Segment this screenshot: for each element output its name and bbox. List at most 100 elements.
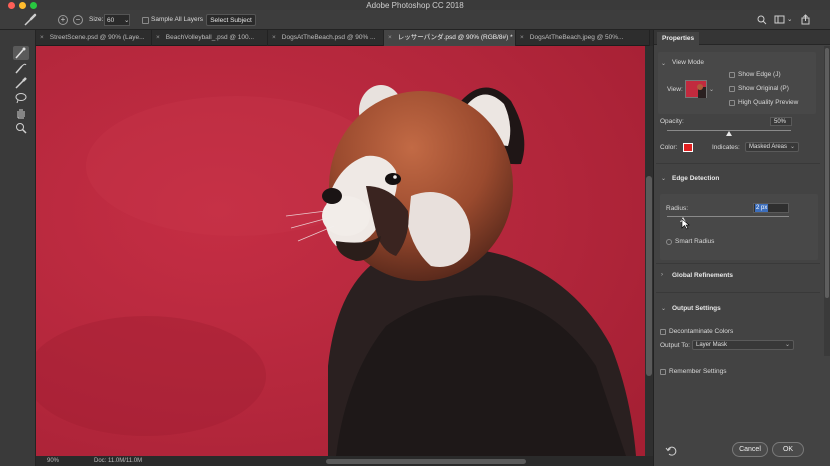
add-to-selection-button[interactable]: + (58, 15, 68, 25)
quick-selection-icon (15, 47, 26, 59)
view-mode-heading: View Mode (672, 59, 705, 66)
close-tab-icon[interactable]: × (40, 34, 44, 41)
subtract-from-selection-button[interactable]: − (73, 15, 83, 25)
output-to-select[interactable]: Layer Mask ⌄ (692, 340, 794, 350)
edge-detection-collapse-icon[interactable]: ⌄ (661, 175, 666, 182)
show-original-label: Show Original (P) (738, 85, 789, 92)
close-tab-icon[interactable]: × (520, 34, 524, 41)
tab-dogsatthebeach-psd[interactable]: × DogsAtTheBeach.psd @ 90% ... (268, 30, 384, 46)
document-canvas[interactable] (36, 46, 645, 456)
view-mode-thumbnail[interactable] (685, 80, 707, 98)
opacity-slider-knob[interactable] (726, 131, 732, 136)
output-settings-heading: Output Settings (672, 305, 721, 312)
title-bar: Adobe Photoshop CC 2018 (0, 0, 830, 10)
opacity-label: Opacity: (660, 118, 684, 125)
red-panda-photo (36, 46, 645, 456)
options-bar: + − Size: 60 ⌄ Sample All Layers Select … (0, 10, 830, 30)
panel-header: Properties (654, 30, 830, 45)
remember-settings-checkbox[interactable] (660, 369, 666, 375)
smart-radius-checkbox[interactable] (666, 239, 672, 245)
overlay-color-swatch[interactable] (683, 143, 693, 152)
edge-detection-heading: Edge Detection (672, 175, 720, 182)
tab-label: DogsAtTheBeach.psd @ 90% ... (281, 34, 376, 41)
brush-tool[interactable] (13, 76, 29, 90)
global-refinements-heading[interactable]: Global Refinements (672, 272, 733, 279)
high-quality-preview-label: High Quality Preview (738, 99, 799, 106)
workspace-dropdown-icon[interactable]: ⌄ (787, 14, 792, 26)
document-tabs: × StreetScene.psd @ 90% (Laye... × BeachVo… (36, 30, 650, 46)
radius-value: 2 px (755, 204, 769, 212)
zoom-tool[interactable] (13, 121, 29, 135)
cancel-button[interactable]: Cancel (732, 442, 768, 457)
tab-beachvolleyball[interactable]: × BeachVolleyball_.psd @ 100... (152, 30, 268, 46)
ok-button[interactable]: OK (772, 442, 804, 457)
decontaminate-colors-label: Decontaminate Colors (669, 328, 734, 335)
remember-settings-label: Remember Settings (669, 368, 727, 375)
zoom-level[interactable]: 90% (47, 458, 59, 464)
hand-tool[interactable] (13, 106, 29, 120)
divider (656, 292, 820, 293)
indicates-value: Masked Areas (749, 144, 788, 150)
size-label: Size: (89, 16, 104, 23)
output-to-value: Layer Mask (696, 342, 728, 348)
decontaminate-colors-checkbox[interactable] (660, 329, 666, 335)
show-original-checkbox[interactable] (729, 86, 735, 92)
indicates-label: Indicates: (712, 144, 740, 151)
quick-selection-tool[interactable] (13, 46, 29, 60)
view-thumbnail-icon (697, 84, 706, 98)
view-mode-collapse-icon[interactable]: ⌄ (661, 60, 666, 67)
status-bar: 90% Doc: 11.0M/11.0M (36, 456, 653, 466)
refine-edge-brush-icon (15, 63, 27, 74)
tab-label: DogsAtTheBeach.jpeg @ 50%... (529, 34, 624, 41)
chevron-down-icon: ⌄ (784, 342, 790, 348)
view-dropdown-icon[interactable]: ⌄ (709, 86, 714, 93)
view-label: View: (667, 86, 683, 93)
divider (656, 163, 820, 164)
radius-input[interactable]: 2 px (753, 203, 789, 213)
doc-size: Doc: 11.0M/11.0M (94, 458, 143, 464)
close-tab-icon[interactable]: × (156, 34, 160, 41)
brush-tool-icon (15, 77, 27, 89)
reset-workspace-button[interactable] (665, 445, 677, 457)
divider (656, 263, 820, 264)
refine-edge-brush-tool[interactable] (13, 61, 29, 75)
high-quality-preview-checkbox[interactable] (729, 100, 735, 106)
sample-all-layers-checkbox[interactable] (142, 17, 149, 24)
radius-label: Radius: (666, 205, 689, 212)
close-tab-icon[interactable]: × (272, 34, 276, 41)
size-dropdown-icon[interactable]: ⌄ (124, 15, 129, 27)
output-to-label: Output To: (660, 342, 690, 349)
tab-label: レッサーパンダ.psd @ 90% (RGB/8#) * (397, 34, 513, 41)
horizontal-scroll-thumb[interactable] (326, 459, 526, 464)
app-title: Adobe Photoshop CC 2018 (366, 1, 464, 10)
indicates-select[interactable]: Masked Areas ⌄ (745, 142, 799, 152)
show-edge-checkbox[interactable] (729, 72, 735, 78)
scroll-thumb[interactable] (646, 176, 652, 376)
tab-label: BeachVolleyball_.psd @ 100... (165, 34, 255, 41)
canvas-vertical-scrollbar[interactable] (645, 46, 653, 456)
global-refinements-expand-icon[interactable]: › (661, 272, 663, 278)
reset-icon (665, 446, 677, 456)
show-edge-label: Show Edge (J) (738, 71, 781, 78)
tab-red-panda[interactable]: × レッサーパンダ.psd @ 90% (RGB/8#) * (384, 30, 516, 46)
close-tab-icon[interactable]: × (388, 34, 392, 41)
tool-preset-picker[interactable] (22, 13, 40, 27)
tab-dogsatthebeach-jpeg[interactable]: × DogsAtTheBeach.jpeg @ 50%... (516, 30, 650, 46)
properties-tab[interactable]: Properties (657, 32, 700, 45)
lasso-icon (15, 93, 27, 104)
panel-scroll-thumb[interactable] (825, 48, 829, 298)
search-icon[interactable] (756, 14, 768, 26)
output-settings-collapse-icon[interactable]: ⌄ (661, 305, 666, 312)
mouse-cursor-icon (681, 218, 690, 230)
panel-scrollbar[interactable] (824, 46, 830, 356)
workspace-icon[interactable] (774, 14, 786, 26)
tab-label: StreetScene.psd @ 90% (Laye... (49, 34, 145, 41)
opacity-input[interactable]: 50% (770, 117, 792, 126)
select-subject-button[interactable]: Select Subject (206, 14, 256, 26)
hand-icon (17, 109, 25, 119)
sample-all-layers-label: Sample All Layers (151, 16, 204, 23)
smart-radius-label: Smart Radius (675, 238, 715, 245)
share-icon[interactable] (800, 14, 812, 26)
tab-streetscene[interactable]: × StreetScene.psd @ 90% (Laye... (36, 30, 152, 46)
lasso-tool[interactable] (13, 91, 29, 105)
